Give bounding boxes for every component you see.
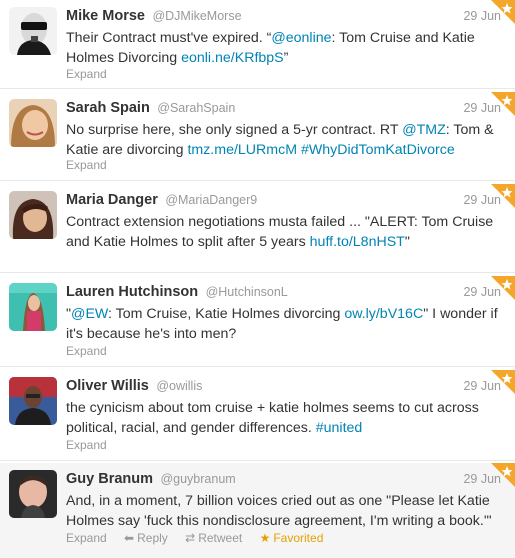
- tweet[interactable]: Maria Danger @MariaDanger9 29 Jun Contra…: [0, 184, 515, 273]
- tweet-text-line: No surprise here, she only signed a 5-yr…: [66, 120, 506, 140]
- tweet-author-handle[interactable]: @DJMikeMorse: [152, 9, 241, 23]
- tweet-text-line: Holmes Divorcing eonli.ne/KRfbpS”: [66, 48, 506, 68]
- hashtag-link[interactable]: #united: [316, 420, 363, 436]
- tweet-text-line: Their Contract must've expired. “@eonlin…: [66, 28, 506, 48]
- favorite-corner-star-icon: [491, 276, 515, 300]
- tweet-text-line: Katie are divorcing tmz.me/LURmcM #WhyDi…: [66, 140, 506, 160]
- retweet-button[interactable]: ⇄ Retweet: [185, 531, 242, 545]
- url-link[interactable]: eonli.ne/KRfbpS: [181, 50, 284, 66]
- tweet-text-segment: And, in a moment, 7 billion voices cried…: [66, 493, 490, 509]
- url-link[interactable]: ow.ly/bV16C: [344, 306, 423, 322]
- favorite-button[interactable]: ★ Favorited: [260, 531, 324, 545]
- tweet-text: Their Contract must've expired. “@eonlin…: [66, 28, 506, 68]
- reply-button[interactable]: ⬅ Reply: [124, 531, 168, 545]
- retweet-icon: ⇄: [185, 531, 196, 545]
- tweet-text: Contract extension negotiations musta fa…: [66, 212, 506, 252]
- mention-link[interactable]: @eonline: [271, 30, 331, 46]
- tweet-text-segment: Contract extension negotiations musta fa…: [66, 214, 494, 230]
- tweet[interactable]: Oliver Willis @owillis 29 Jun the cynici…: [0, 370, 515, 461]
- tweet[interactable]: Lauren Hutchinson @HutchinsonL 29 Jun "@…: [0, 276, 515, 367]
- tweet-author-name[interactable]: Sarah Spain: [66, 100, 150, 116]
- expand-link[interactable]: Expand: [66, 67, 107, 81]
- star-icon: ★: [259, 531, 271, 545]
- tweet-timeline: Mike Morse @DJMikeMorse 29 Jun Their Con…: [0, 0, 515, 558]
- avatar[interactable]: [9, 7, 57, 55]
- avatar[interactable]: [9, 470, 57, 518]
- tweet-text-segment: Katie are divorcing: [66, 142, 188, 158]
- mention-link[interactable]: @EW: [71, 306, 108, 322]
- tweet-author-handle[interactable]: @HutchinsonL: [206, 285, 288, 299]
- favorite-corner-star-icon: [491, 463, 515, 487]
- avatar[interactable]: [9, 377, 57, 425]
- tweet-text-line: Holmes say 'fuck this nondisclosure agre…: [66, 511, 506, 531]
- tweet-author-handle[interactable]: @MariaDanger9: [165, 193, 257, 207]
- avatar[interactable]: [9, 191, 57, 239]
- tweet-author-name[interactable]: Oliver Willis: [66, 378, 149, 394]
- tweet-actions: Expand ⬅ Reply ⇄ Retweet ★ Favorited: [66, 531, 337, 545]
- tweet-author-name[interactable]: Maria Danger: [66, 192, 158, 208]
- tweet-text-line: the cynicism about tom cruise + katie ho…: [66, 398, 506, 418]
- tweet-author-handle[interactable]: @SarahSpain: [157, 101, 235, 115]
- expand-link[interactable]: Expand: [66, 531, 107, 545]
- hashtag-link[interactable]: #WhyDidTomKatDivorce: [301, 142, 455, 158]
- tweet-text-segment: ": [404, 234, 410, 250]
- tweet-text-segment: : Tom Cruise and Katie: [331, 30, 475, 46]
- tweet-text-segment: : Tom &: [445, 122, 494, 138]
- avatar[interactable]: [9, 283, 57, 331]
- tweet-text-segment: No surprise here, she only signed a 5-yr…: [66, 122, 403, 138]
- url-link[interactable]: huff.to/L8nHST: [310, 234, 405, 250]
- tweet-author-name[interactable]: Mike Morse: [66, 8, 145, 24]
- tweet-text-line: Contract extension negotiations musta fa…: [66, 212, 506, 232]
- favorite-corner-star-icon: [491, 184, 515, 208]
- tweet-text-segment: " I wonder if: [423, 306, 498, 322]
- mention-link[interactable]: @TMZ: [402, 122, 446, 138]
- tweet-author-name[interactable]: Lauren Hutchinson: [66, 284, 198, 300]
- url-link[interactable]: tmz.me/LURmcM: [187, 142, 297, 158]
- tweet-text: And, in a moment, 7 billion voices cried…: [66, 491, 506, 531]
- tweet-text: "@EW: Tom Cruise, Katie Holmes divorcing…: [66, 304, 506, 344]
- tweet-text-segment: ”: [283, 50, 289, 66]
- tweet-text-line: and Katie Holmes to split after 5 years …: [66, 232, 506, 252]
- tweet-text-line: political, racial, and gender difference…: [66, 418, 506, 438]
- favorite-corner-star-icon: [491, 370, 515, 394]
- avatar[interactable]: [9, 99, 57, 147]
- favorite-corner-star-icon: [491, 0, 515, 24]
- tweet-author-name[interactable]: Guy Branum: [66, 471, 153, 487]
- tweet-text-segment: the cynicism about tom cruise + katie ho…: [66, 400, 479, 416]
- tweet[interactable]: Guy Branum @guybranum 29 Jun And, in a m…: [0, 463, 515, 558]
- favorite-corner-star-icon: [491, 92, 515, 116]
- expand-link[interactable]: Expand: [66, 158, 107, 172]
- tweet[interactable]: Sarah Spain @SarahSpain 29 Jun No surpri…: [0, 92, 515, 181]
- tweet-text: No surprise here, she only signed a 5-yr…: [66, 120, 506, 160]
- reply-label: Reply: [137, 531, 168, 545]
- tweet-text-segment: and Katie Holmes to split after 5 years: [66, 234, 310, 250]
- reply-arrow-icon: ⬅: [124, 531, 135, 545]
- tweet-author-handle[interactable]: @guybranum: [160, 472, 235, 486]
- expand-link[interactable]: Expand: [66, 344, 107, 358]
- tweet-text-segment: Holmes say 'fuck this nondisclosure agre…: [66, 513, 492, 529]
- tweet-text-segment: : Tom Cruise, Katie Holmes divorcing: [108, 306, 345, 322]
- retweet-label: Retweet: [198, 531, 243, 545]
- tweet-text-segment: Their Contract must've expired. “: [66, 30, 272, 46]
- tweet[interactable]: Mike Morse @DJMikeMorse 29 Jun Their Con…: [0, 0, 515, 89]
- tweet-text-segment: it's because he's into men?: [66, 326, 237, 342]
- tweet-text: the cynicism about tom cruise + katie ho…: [66, 398, 506, 438]
- tweet-text-line: "@EW: Tom Cruise, Katie Holmes divorcing…: [66, 304, 506, 324]
- favorited-label: Favorited: [273, 531, 324, 545]
- tweet-text-line: And, in a moment, 7 billion voices cried…: [66, 491, 506, 511]
- tweet-text-line: it's because he's into men?: [66, 324, 506, 344]
- tweet-text-segment: Holmes Divorcing: [66, 50, 182, 66]
- tweet-text-segment: political, racial, and gender difference…: [66, 420, 316, 436]
- tweet-author-handle[interactable]: @owillis: [156, 379, 202, 393]
- expand-link[interactable]: Expand: [66, 438, 107, 452]
